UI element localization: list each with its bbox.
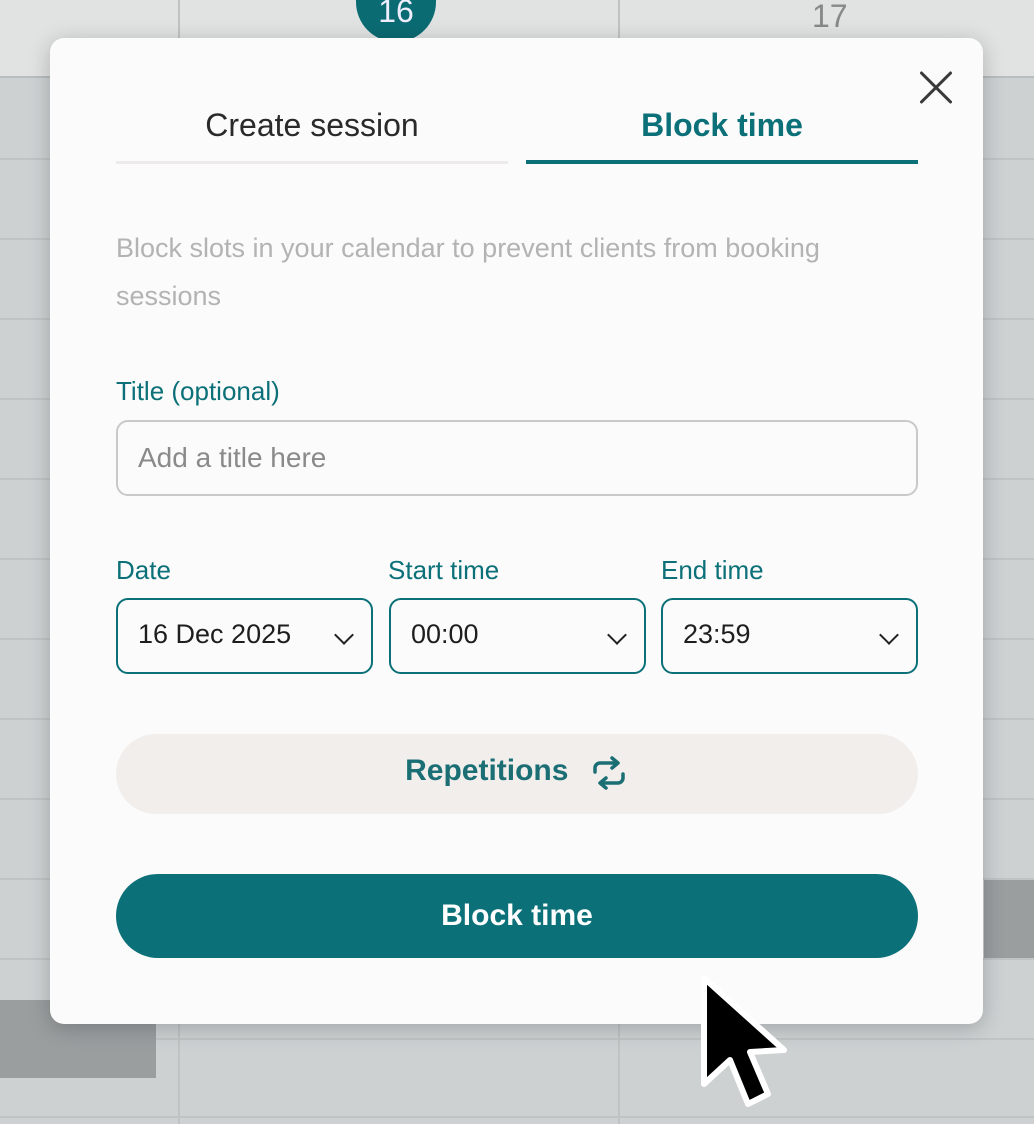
title-field-label: Title (optional)	[116, 376, 280, 406]
calendar-gridline	[0, 1116, 1034, 1118]
date-select[interactable]: 16 Dec 2025	[116, 598, 373, 674]
calendar-event-block[interactable]	[984, 880, 1034, 958]
close-icon[interactable]	[914, 68, 954, 108]
block-time-button[interactable]: Block time	[116, 874, 918, 958]
start-time-value: 00:00	[411, 619, 479, 649]
repetitions-label: Repetitions	[405, 754, 569, 787]
repeat-icon	[593, 756, 625, 790]
chevron-down-icon	[334, 625, 354, 645]
date-field-label: Date	[116, 555, 171, 585]
repetitions-button[interactable]: Repetitions	[116, 734, 918, 814]
chevron-down-icon	[607, 625, 627, 645]
start-time-field-label: Start time	[388, 555, 500, 585]
end-time-select[interactable]: 23:59	[661, 598, 918, 674]
current-day-badge[interactable]: 16	[356, 0, 436, 42]
modal-description: Block slots in your calendar to prevent …	[116, 233, 820, 311]
modal-tabs: Create session Block time	[116, 100, 918, 164]
tab-block-time[interactable]: Block time	[526, 100, 918, 164]
start-time-select[interactable]: 00:00	[389, 598, 646, 674]
title-input[interactable]	[116, 420, 918, 496]
mouse-pointer-icon	[701, 975, 787, 1107]
end-time-value: 23:59	[683, 619, 751, 649]
end-time-field-label: End time	[661, 555, 764, 585]
tab-create-session[interactable]: Create session	[116, 100, 508, 164]
chevron-down-icon	[879, 625, 899, 645]
next-day-label[interactable]: 17	[812, 0, 848, 34]
date-value: 16 Dec 2025	[138, 619, 292, 649]
block-time-modal: Create session Block time Block slots in…	[50, 38, 983, 1024]
